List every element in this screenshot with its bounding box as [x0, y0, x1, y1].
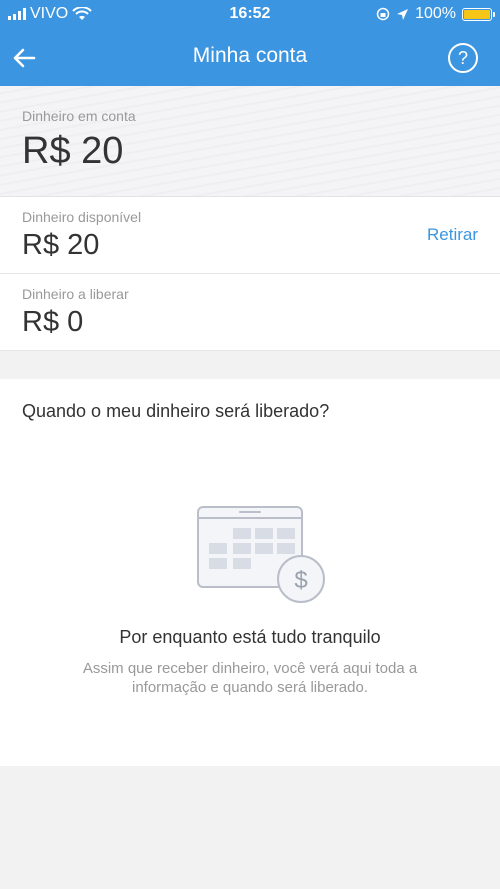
svg-text:$: $	[294, 567, 307, 594]
nav-bar: Minha conta ?	[0, 30, 500, 86]
account-balance-card: Dinheiro em conta R$ 20	[0, 86, 500, 197]
status-bar: VIVO 16:52 100%	[0, 0, 500, 30]
balance-label: Dinheiro em conta	[22, 108, 136, 124]
battery-percent: 100%	[415, 5, 456, 22]
pending-label: Dinheiro a liberar	[22, 286, 129, 302]
withdraw-link[interactable]: Retirar	[427, 225, 478, 245]
release-info-card: Quando o meu dinheiro será liberado? $ P…	[0, 379, 500, 766]
status-right: 100%	[376, 5, 495, 23]
available-money-row: Dinheiro disponível R$ 20 Retirar	[0, 197, 500, 274]
battery-icon	[462, 7, 495, 21]
balance-amount: R$ 20	[22, 130, 124, 172]
location-icon	[397, 8, 409, 20]
empty-state-message: Assim que receber dinheiro, você verá aq…	[82, 660, 418, 696]
empty-state-title: Por enquanto está tudo tranquilo	[119, 627, 381, 647]
page-title: Minha conta	[192, 44, 308, 67]
help-button[interactable]: ?	[448, 43, 478, 73]
available-label: Dinheiro disponível	[22, 209, 142, 225]
available-amount: R$ 20	[22, 229, 100, 261]
pending-amount: R$ 0	[22, 306, 84, 338]
calendar-money-icon: $	[197, 506, 325, 603]
orientation-lock-icon	[376, 7, 390, 21]
release-question: Quando o meu dinheiro será liberado?	[22, 401, 330, 421]
section-divider	[0, 351, 500, 379]
pending-money-row: Dinheiro a liberar R$ 0	[0, 274, 500, 351]
